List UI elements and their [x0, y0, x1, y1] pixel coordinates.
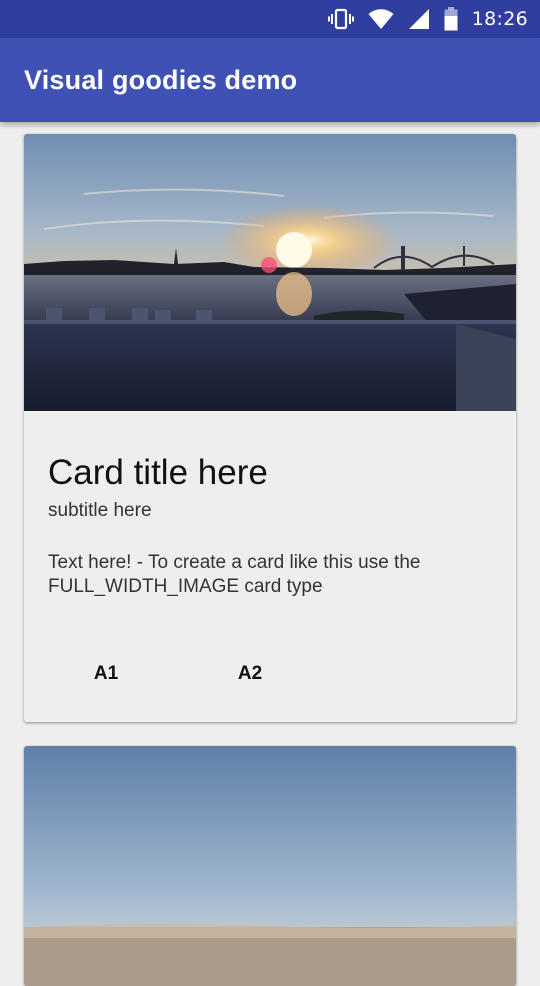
status-bar: 18:26: [0, 0, 540, 38]
status-icons: 18:26: [327, 0, 528, 38]
card: [24, 746, 516, 986]
action-a1-button[interactable]: A1: [76, 654, 136, 694]
card-image: [24, 746, 516, 986]
card: Card title here subtitle here Text here!…: [24, 134, 516, 722]
wifi-icon: [368, 8, 394, 30]
vibrate-icon: [327, 8, 354, 30]
action-a2-button[interactable]: A2: [220, 654, 280, 694]
card-subtitle: subtitle here: [48, 500, 152, 521]
signal-icon: [408, 8, 430, 30]
status-time: 18:26: [471, 8, 528, 30]
app-bar: Visual goodies demo: [0, 38, 540, 122]
card-title: Card title here: [48, 453, 268, 492]
battery-icon: [444, 7, 458, 31]
card-text: Text here! - To create a card like this …: [48, 552, 421, 597]
card-image: [24, 134, 516, 411]
app-title: Visual goodies demo: [24, 65, 298, 95]
